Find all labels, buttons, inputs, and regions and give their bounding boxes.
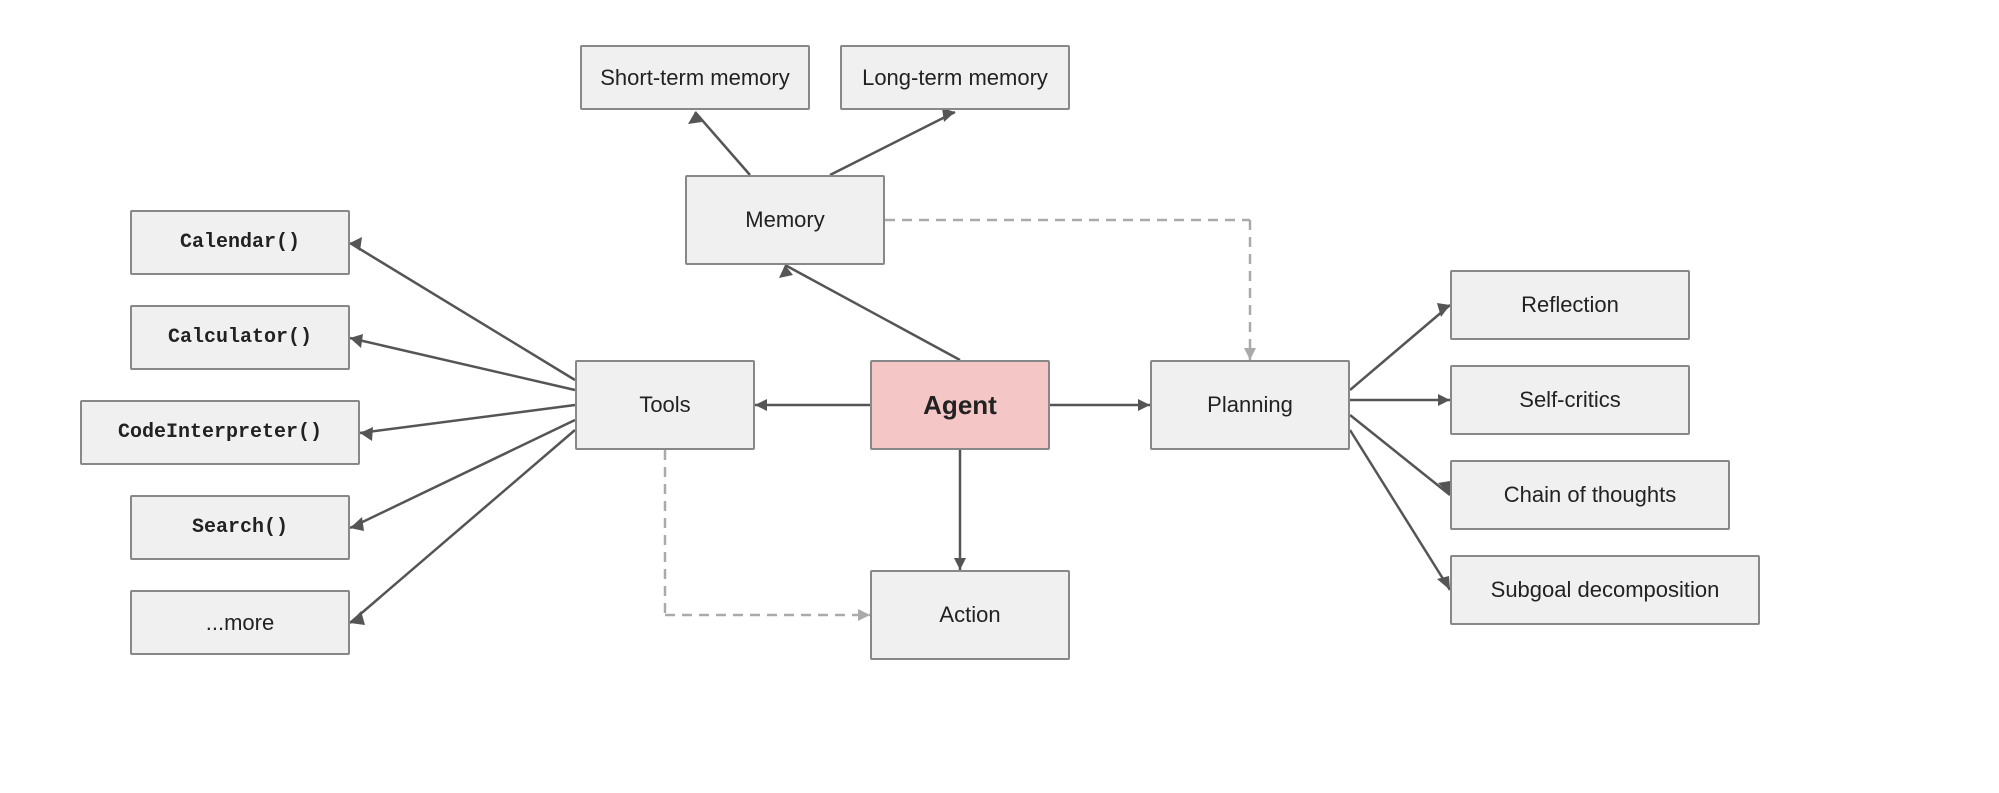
agent-box: Agent [870,360,1050,450]
action-box: Action [870,570,1070,660]
long-term-memory-label: Long-term memory [862,65,1048,91]
reflection-box: Reflection [1450,270,1690,340]
planning-label: Planning [1207,392,1293,418]
search-box: Search() [130,495,350,560]
calendar-box: Calendar() [130,210,350,275]
calendar-label: Calendar() [180,231,300,254]
more-box: ...more [130,590,350,655]
calculator-label: Calculator() [168,326,312,349]
action-label: Action [939,602,1000,628]
reflection-label: Reflection [1521,292,1619,318]
agent-label: Agent [923,390,997,421]
chain-of-thoughts-box: Chain of thoughts [1450,460,1730,530]
tools-label: Tools [639,392,690,418]
calculator-box: Calculator() [130,305,350,370]
short-term-memory-box: Short-term memory [580,45,810,110]
tools-box: Tools [575,360,755,450]
code-interpreter-label: CodeInterpreter() [118,421,322,444]
subgoal-decomposition-box: Subgoal decomposition [1450,555,1760,625]
planning-box: Planning [1150,360,1350,450]
self-critics-label: Self-critics [1519,387,1620,413]
memory-box: Memory [685,175,885,265]
chain-of-thoughts-label: Chain of thoughts [1504,482,1676,508]
self-critics-box: Self-critics [1450,365,1690,435]
more-label: ...more [206,610,274,636]
subgoal-label: Subgoal decomposition [1491,577,1720,603]
short-term-memory-label: Short-term memory [600,65,789,91]
diagram-container: Short-term memory Long-term memory Memor… [0,0,1999,793]
memory-label: Memory [745,207,824,233]
search-label: Search() [192,516,288,539]
code-interpreter-box: CodeInterpreter() [80,400,360,465]
long-term-memory-box: Long-term memory [840,45,1070,110]
